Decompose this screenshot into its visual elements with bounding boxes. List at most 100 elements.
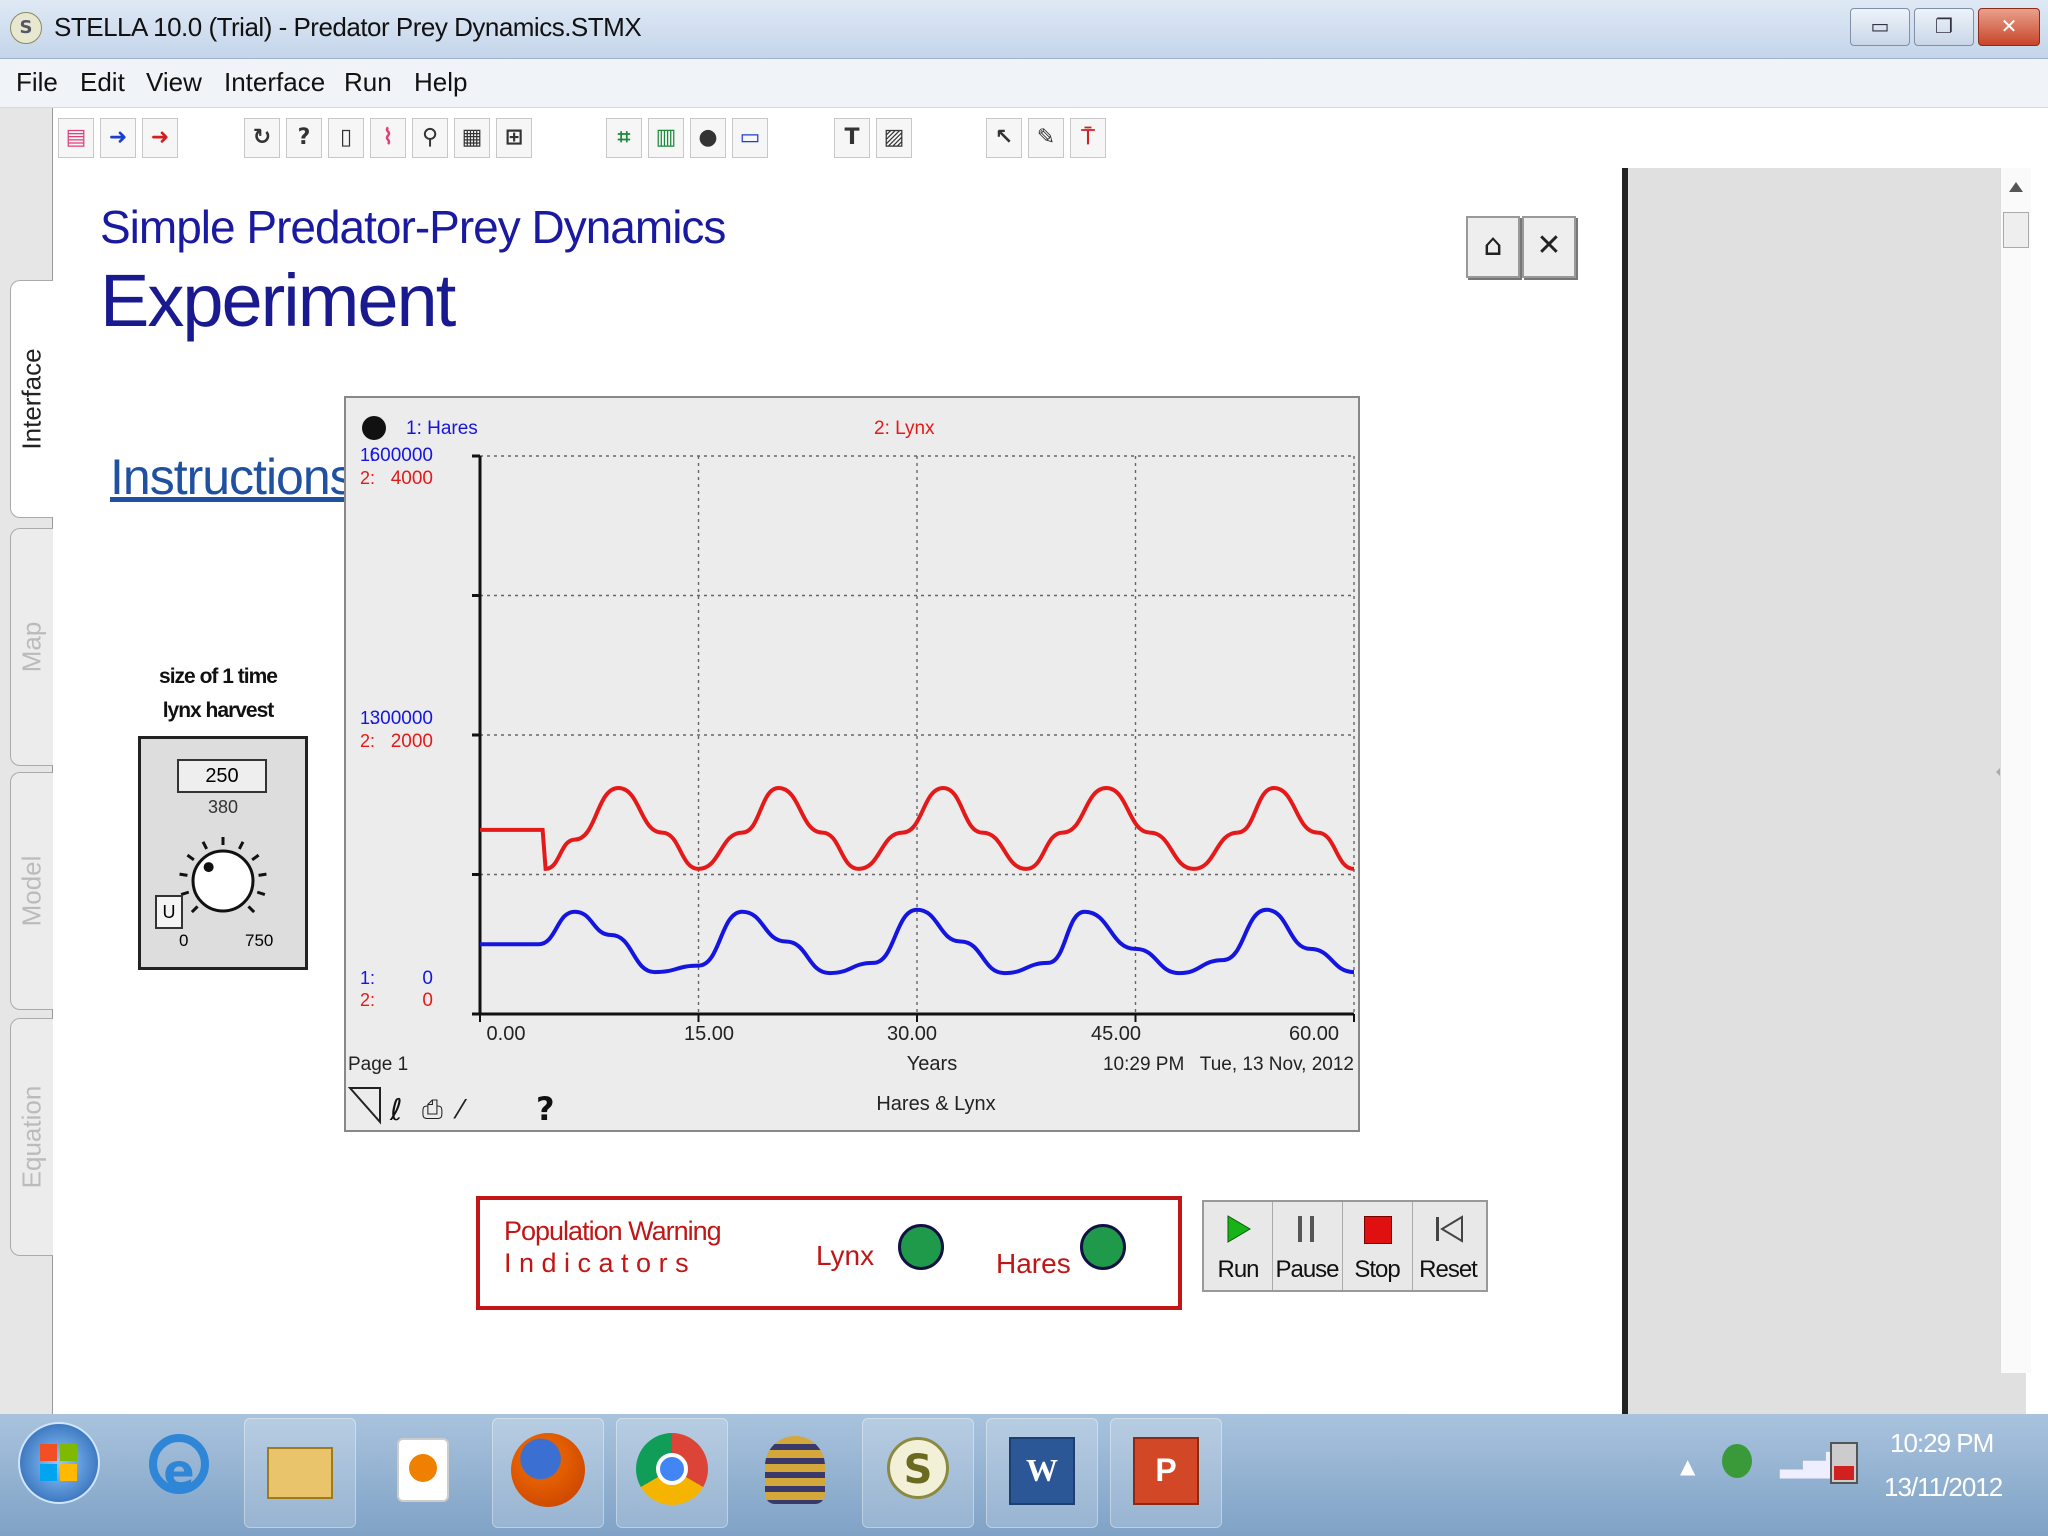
close-window-button[interactable]: ✕: [1978, 8, 2040, 46]
axis-series-num-1-top: 1:: [360, 445, 375, 465]
y-tick-hares-max: 600000: [370, 445, 433, 466]
graph-help-icon[interactable]: ?: [536, 1090, 555, 1128]
battery-icon[interactable]: [1830, 1442, 1858, 1484]
title-bar: S STELLA 10.0 (Trial) - Predator Prey Dy…: [0, 0, 2048, 59]
pause-label: Pause: [1275, 1256, 1339, 1283]
powerpoint-icon[interactable]: P: [1110, 1418, 1222, 1528]
internet-explorer-icon[interactable]: e: [124, 1418, 234, 1526]
axis-series-num-2-bot: 2:: [360, 990, 375, 1010]
instructions-link[interactable]: Instructions: [110, 448, 355, 506]
vertical-scrollbar[interactable]: [2000, 168, 2031, 1373]
word-icon[interactable]: W: [986, 1418, 1098, 1528]
media-player-icon[interactable]: [368, 1418, 478, 1526]
lynx-harvest-knob[interactable]: 250 380 U 0 750: [138, 736, 308, 970]
table-icon[interactable]: ▦: [454, 118, 490, 158]
knob-max: 750: [245, 931, 274, 950]
menu-view[interactable]: View: [146, 67, 202, 98]
legend-lynx: 2: Lynx: [874, 418, 935, 439]
stop-button[interactable]: Stop: [1342, 1202, 1413, 1290]
y-tick-hares-min: 0: [422, 968, 433, 989]
knob-tick: [201, 841, 208, 850]
show-hidden-icons[interactable]: ▲: [1680, 1454, 1695, 1478]
page-turn-icon[interactable]: [347, 1087, 381, 1125]
windows-logo-icon: [40, 1444, 57, 1461]
tab-map[interactable]: Map: [10, 528, 53, 766]
x-tick-label-2: 30.00: [887, 1023, 937, 1045]
graph-pad-icon[interactable]: ⌇: [370, 118, 406, 158]
tab-model[interactable]: Model: [10, 772, 53, 1010]
lynx-indicator-label: Lynx: [816, 1240, 875, 1271]
close-page-button[interactable]: ✕: [1522, 216, 1576, 278]
graph-pad[interactable]: 1: Hares 2: Lynx 0.00 15.00 30.00 45.00 …: [344, 396, 1360, 1132]
open-icon[interactable]: ▤: [58, 118, 94, 158]
numeric-display-icon[interactable]: ▭: [732, 118, 768, 158]
line-graph-icon[interactable]: ⌗: [606, 118, 642, 158]
hares-lynx-graph: 1: Hares 2: Lynx 0.00 15.00 30.00 45.00 …: [347, 416, 1355, 1128]
x-tick-label-1: 15.00: [684, 1023, 734, 1045]
graph-pin-icon[interactable]: [362, 416, 386, 440]
pharaoh-app-icon[interactable]: [740, 1418, 850, 1526]
windows-logo-quad-2: [60, 1444, 77, 1461]
menu-file[interactable]: File: [16, 67, 58, 98]
run-button[interactable]: Run: [1204, 1202, 1273, 1290]
warning-subtitle: I n d i c a t o r s: [504, 1248, 689, 1278]
rotate-icon[interactable]: ↻: [244, 118, 280, 158]
stop-icon: [1364, 1216, 1392, 1244]
export-arrow-icon[interactable]: ➜: [142, 118, 178, 158]
play-icon: [1227, 1215, 1251, 1243]
menu-interface[interactable]: Interface: [224, 67, 325, 98]
pointer-icon[interactable]: ↖: [986, 118, 1022, 158]
axis-series-num-2-top: 2:: [360, 468, 375, 488]
security-tray-icon[interactable]: [1722, 1444, 1752, 1478]
tab-equation[interactable]: Equation: [10, 1018, 53, 1256]
start-button[interactable]: [18, 1422, 100, 1504]
tab-interface[interactable]: Interface: [10, 280, 53, 518]
menu-help[interactable]: Help: [414, 67, 467, 98]
minimize-button[interactable]: ▭: [1850, 8, 1910, 46]
y-tick-hares-mid: 300000: [370, 708, 433, 729]
stella-app-icon[interactable]: S: [10, 12, 42, 44]
menu-run[interactable]: Run: [344, 67, 392, 98]
button-tool-icon[interactable]: ▯: [328, 118, 364, 158]
clock-date[interactable]: 13/11/2012: [1884, 1472, 2003, 1503]
clock-time[interactable]: 10:29 PM: [1890, 1428, 1994, 1459]
file-explorer-icon[interactable]: [244, 1418, 356, 1528]
tab-equation-label: Equation: [16, 1085, 47, 1189]
menu-edit[interactable]: Edit: [80, 67, 125, 98]
firefox-icon[interactable]: [492, 1418, 604, 1528]
sector-icon[interactable]: ⚲: [412, 118, 448, 158]
scroll-thumb[interactable]: [2003, 212, 2029, 248]
knob-label-line1: size of 1 time: [159, 665, 278, 688]
import-arrow-icon[interactable]: ➜: [100, 118, 136, 158]
help-icon[interactable]: ?: [286, 118, 322, 158]
knob-min: 0: [179, 931, 189, 950]
magic-wand-icon[interactable]: ⁄: [453, 1095, 468, 1125]
x-axis-label: Years: [907, 1053, 957, 1075]
picture-tool-icon[interactable]: ▨: [876, 118, 912, 158]
input-device-icon[interactable]: ⊞: [496, 118, 532, 158]
x-tick-label-0: 0.00: [487, 1023, 526, 1045]
hares-indicator-light: [1080, 1224, 1126, 1270]
home-button[interactable]: ⌂: [1466, 216, 1520, 278]
run-label: Run: [1217, 1256, 1259, 1283]
knob-tick: [190, 905, 199, 914]
restore-button[interactable]: ❐: [1914, 8, 1974, 46]
text-tool-icon[interactable]: T: [834, 118, 870, 158]
dynamite-icon[interactable]: ⍑: [1070, 118, 1106, 158]
chrome-icon[interactable]: [616, 1418, 728, 1528]
windows-logo-quad-3: [40, 1464, 57, 1481]
knob-tick: [247, 905, 256, 914]
knob-unit-button[interactable]: U: [155, 895, 183, 929]
paintbrush-icon[interactable]: ✎: [1028, 118, 1064, 158]
bar-graph-icon[interactable]: ▥: [648, 118, 684, 158]
warning-device-icon[interactable]: ●: [690, 118, 726, 158]
stella-taskbar-icon[interactable]: S: [862, 1418, 974, 1528]
graph-page-label[interactable]: Page 1: [348, 1054, 408, 1075]
reset-button[interactable]: Reset: [1412, 1202, 1484, 1290]
axis-series-num-2-mid: 2:: [360, 731, 375, 751]
lock-icon[interactable]: ℓ: [389, 1093, 402, 1128]
scroll-up-icon[interactable]: [2009, 182, 2023, 192]
knob-value-display[interactable]: 250: [177, 759, 267, 793]
print-icon[interactable]: ⎙: [422, 1095, 443, 1125]
pause-button[interactable]: Pause: [1272, 1202, 1343, 1290]
